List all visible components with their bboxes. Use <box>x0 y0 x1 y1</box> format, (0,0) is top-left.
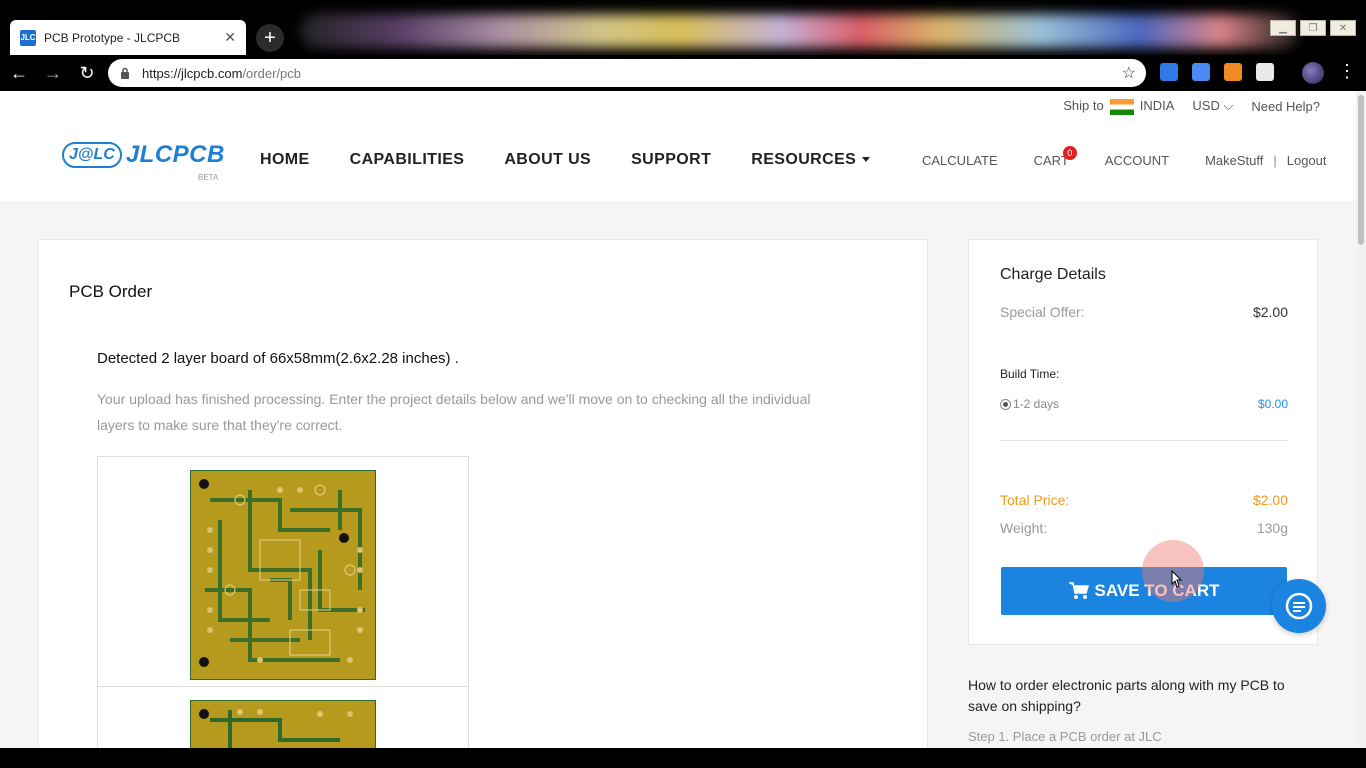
mouse-pointer-icon <box>1171 570 1183 588</box>
tab-close-icon[interactable]: ✕ <box>224 29 236 46</box>
page-viewport: Ship to INDIA USD ⌵ Need Help? J@LC JLCPC… <box>0 91 1356 748</box>
user-nav: CALCULATE CART 0 ACCOUNT MakeStuff | Logo… <box>922 146 1327 168</box>
faq-step-1: Step 1. Place a PCB order at JLC <box>968 729 1162 744</box>
faq-question-link[interactable]: How to order electronic parts along with… <box>968 675 1288 717</box>
extension-calendar-icon[interactable] <box>1192 63 1210 81</box>
lock-icon <box>118 66 132 80</box>
ship-to-country: INDIA <box>1139 98 1175 113</box>
build-time-option[interactable]: 1-2 days $0.00 <box>1000 397 1288 411</box>
radio-selected-icon[interactable] <box>1000 399 1011 411</box>
minimize-icon[interactable]: ▁ <box>1270 20 1296 36</box>
special-offer-row: Special Offer: $2.00 <box>1000 304 1288 320</box>
utility-bar: Ship to INDIA USD ⌵ Need Help? <box>1063 98 1320 115</box>
weight-value: 130g <box>1256 520 1288 536</box>
restore-icon[interactable]: ❐ <box>1300 20 1326 36</box>
ship-to[interactable]: Ship to INDIA <box>1063 98 1174 115</box>
bookmark-star-icon[interactable]: ☆ <box>1122 63 1136 83</box>
url-host: https://jlcpcb.com <box>142 65 243 81</box>
nav-capabilities[interactable]: CAPABILITIES <box>350 151 465 169</box>
url-text: https://jlcpcb.com/order/pcb <box>142 66 1122 81</box>
reload-icon[interactable]: ↻ <box>72 58 102 88</box>
jlcpcb-logo[interactable]: J@LC JLCPCB BETA <box>62 141 225 182</box>
browser-menu-icon[interactable]: ⋮ <box>1338 61 1356 82</box>
weight-row: Weight: 130g <box>1000 520 1288 536</box>
build-option-price: $0.00 <box>1257 397 1288 411</box>
browser-tab-bar: JLC PCB Prototype - JLCPCB ✕ + ▁ ❐ ✕ <box>0 0 1366 55</box>
extension-chart-icon[interactable] <box>1160 63 1178 81</box>
pcb-bottom-preview-image <box>190 700 376 748</box>
currency-select[interactable]: USD ⌵ <box>1192 98 1233 114</box>
total-price-row: Total Price: $2.00 <box>1000 492 1288 508</box>
logo-badge: J@LC <box>62 142 122 168</box>
tab-title: PCB Prototype - JLCPCB <box>44 30 181 45</box>
upload-status-message: Your upload has finished processing. Ent… <box>97 391 811 433</box>
page-scrollbar[interactable] <box>1356 91 1366 748</box>
ship-to-label: Ship to <box>1063 98 1104 113</box>
url-path: /order/pcb <box>242 65 301 81</box>
cart-count-badge: 0 <box>1062 146 1077 160</box>
build-option-label: 1-2 days <box>1013 397 1060 411</box>
total-price-value: $2.00 <box>1252 492 1288 508</box>
nav-resources-label: RESOURCES <box>751 151 857 168</box>
extension-icons <box>1160 63 1274 81</box>
nav-support[interactable]: SUPPORT <box>631 151 711 169</box>
shopping-cart-icon <box>1068 582 1089 599</box>
calculate-link[interactable]: CALCULATE <box>922 153 998 168</box>
gerber-preview <box>97 456 469 748</box>
nav-home[interactable]: HOME <box>260 151 310 169</box>
site-header: Ship to INDIA USD ⌵ Need Help? J@LC JLCPC… <box>0 91 1356 201</box>
logout-link[interactable]: Logout <box>1287 153 1327 168</box>
pcb-order-card: PCB Order Detected 2 layer board of 66x5… <box>38 239 928 748</box>
browser-toolbar: ← → ↻ https://jlcpcb.com/order/pcb ☆ ⋮ <box>0 55 1366 91</box>
logo-text: JLCPCB <box>125 141 225 168</box>
save-to-cart-button[interactable]: SAVE TO CART <box>1001 567 1287 615</box>
address-bar[interactable]: https://jlcpcb.com/order/pcb ☆ <box>108 59 1146 87</box>
user-separator: | <box>1273 153 1277 168</box>
save-to-cart-label: SAVE TO CART <box>1094 581 1220 600</box>
build-time-label: Build Time: <box>1000 367 1060 381</box>
pcb-top-preview-image <box>190 470 376 680</box>
india-flag-icon <box>1109 98 1134 115</box>
extension-analytics-icon[interactable] <box>1224 63 1242 81</box>
window-controls: ▁ ❐ ✕ <box>1270 20 1356 36</box>
charge-details-card: Charge Details Special Offer: $2.00 Buil… <box>968 239 1318 645</box>
currency-value: USD <box>1192 98 1220 114</box>
logo-beta: BETA <box>198 173 219 182</box>
preview-divider <box>98 686 468 687</box>
profile-avatar[interactable] <box>1302 62 1324 84</box>
need-help-link[interactable]: Need Help? <box>1251 99 1320 114</box>
weight-label: Weight: <box>1000 520 1048 536</box>
jlc-favicon-icon: JLC <box>20 29 36 46</box>
close-window-icon[interactable]: ✕ <box>1330 20 1356 36</box>
main-nav: HOME CAPABILITIES ABOUT US SUPPORT RESOU… <box>260 151 871 169</box>
back-arrow-icon[interactable]: ← <box>4 58 34 88</box>
chat-support-button[interactable] <box>1272 579 1326 633</box>
screen-bottom-edge <box>0 748 1366 768</box>
total-price-label: Total Price: <box>1000 492 1070 508</box>
extension-flag-icon[interactable] <box>1256 63 1274 81</box>
chevron-down-icon: ⌵ <box>1223 98 1234 114</box>
divider <box>1000 440 1288 441</box>
chat-bubble-icon <box>1285 592 1313 620</box>
desktop-wallpaper-strip <box>300 14 1300 48</box>
detected-board-info: Detected 2 layer board of 66x58mm(2.6x2.… <box>97 350 459 367</box>
build-option-1-2-days[interactable]: 1-2 days <box>1000 397 1059 411</box>
charge-details-title: Charge Details <box>1000 266 1106 283</box>
special-offer-value: $2.00 <box>1252 304 1288 320</box>
page-title: PCB Order <box>69 282 153 301</box>
caret-down-icon <box>862 157 871 163</box>
new-tab-plus-icon[interactable]: + <box>256 24 284 52</box>
forward-arrow-icon[interactable]: → <box>38 58 68 88</box>
nav-about-us[interactable]: ABOUT US <box>504 151 591 169</box>
nav-resources[interactable]: RESOURCES <box>751 151 871 169</box>
account-link[interactable]: ACCOUNT <box>1105 153 1169 168</box>
username-link[interactable]: MakeStuff <box>1205 153 1263 168</box>
browser-tab[interactable]: JLC PCB Prototype - JLCPCB ✕ <box>10 20 246 55</box>
special-offer-label: Special Offer: <box>1000 304 1085 320</box>
cart-link[interactable]: CART 0 <box>1034 146 1077 168</box>
scrollbar-thumb[interactable] <box>1358 95 1364 245</box>
